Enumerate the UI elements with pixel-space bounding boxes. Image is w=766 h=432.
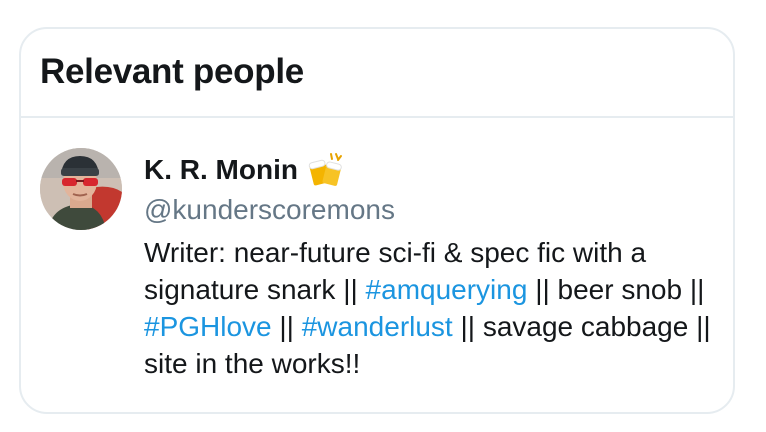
avatar[interactable]	[40, 148, 122, 230]
user-handle[interactable]: @kunderscoremons	[144, 194, 395, 226]
card-title: Relevant people	[40, 51, 304, 91]
avatar-image	[40, 148, 122, 230]
bio-text: ||	[271, 311, 302, 342]
relevant-people-card: Relevant people K. R. Monin @kunderscore…	[19, 27, 735, 414]
person-cell[interactable]: K. R. Monin @kunderscoremons Writer: nea…	[21, 118, 733, 412]
card-header: Relevant people	[21, 29, 733, 118]
name-row: K. R. Monin	[144, 150, 346, 190]
clinking-beer-mugs-icon	[306, 150, 346, 190]
hashtag-link-amquerying[interactable]: #amquerying	[366, 274, 528, 305]
user-bio: Writer: near-future sci-fi & spec fic wi…	[144, 234, 724, 382]
hashtag-link-pghlove[interactable]: #PGHlove	[144, 311, 272, 342]
bio-text: || beer snob ||	[527, 274, 705, 305]
user-name[interactable]: K. R. Monin	[144, 154, 298, 186]
hashtag-link-wanderlust[interactable]: #wanderlust	[302, 311, 453, 342]
